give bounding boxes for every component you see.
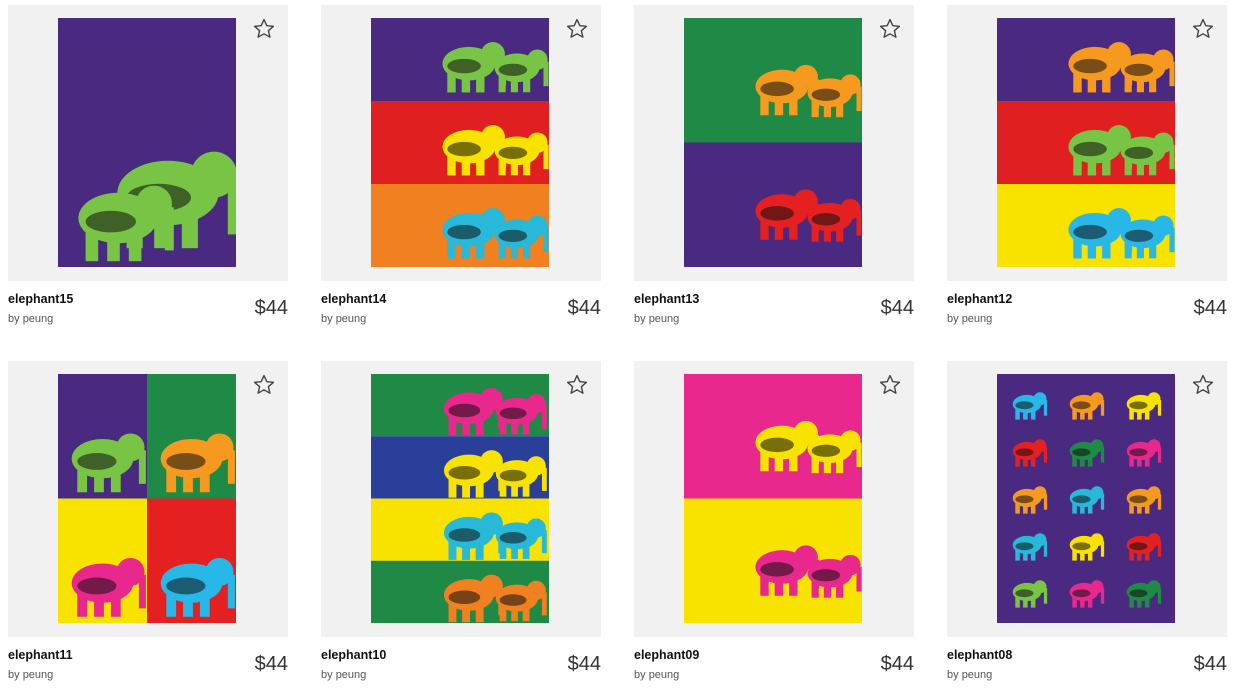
star-icon[interactable] [252,17,276,41]
product-card[interactable]: elephant12 by peung $44 [947,5,1227,331]
product-title[interactable]: elephant08 [947,648,1012,662]
product-title[interactable]: elephant13 [634,292,699,306]
product-title[interactable]: elephant09 [634,648,699,662]
product-card[interactable]: elephant11 by peung $44 [8,361,288,687]
artwork-image [58,18,236,267]
artist-link[interactable]: peung [23,313,54,325]
product-thumbnail[interactable] [321,361,601,637]
star-icon[interactable] [1191,373,1215,397]
product-title[interactable]: elephant14 [321,292,386,306]
artist-link[interactable]: peung [336,669,367,681]
product-thumbnail[interactable] [947,5,1227,281]
artwork-image [684,18,862,267]
product-card[interactable]: elephant13 by peung $44 [634,5,914,331]
by-label: by [321,669,333,681]
artwork-image [371,374,549,623]
star-icon[interactable] [1191,17,1215,41]
artist-link[interactable]: peung [649,313,680,325]
star-icon[interactable] [565,373,589,397]
product-card[interactable]: elephant10 by peung $44 [321,361,601,687]
product-artist: by peung [8,669,53,681]
product-price: $44 [880,297,914,319]
product-price: $44 [880,653,914,675]
product-title[interactable]: elephant10 [321,648,386,662]
product-thumbnail[interactable] [8,361,288,637]
product-grid: elephant15 by peung $44 elephant14 by pe… [0,0,1240,690]
product-thumbnail[interactable] [8,5,288,281]
product-card[interactable]: elephant08 by peung $44 [947,361,1227,687]
artwork-image [997,18,1175,267]
product-card[interactable]: elephant09 by peung $44 [634,361,914,687]
product-artist: by peung [947,313,992,325]
by-label: by [634,313,646,325]
artist-link[interactable]: peung [962,313,993,325]
product-thumbnail[interactable] [321,5,601,281]
product-price: $44 [567,653,601,675]
product-card[interactable]: elephant14 by peung $44 [321,5,601,331]
artwork-image [58,374,236,623]
product-title[interactable]: elephant12 [947,292,1012,306]
product-price: $44 [254,297,288,319]
product-title[interactable]: elephant11 [8,648,73,662]
product-price: $44 [1193,297,1227,319]
star-icon[interactable] [565,17,589,41]
star-icon[interactable] [252,373,276,397]
product-artist: by peung [947,669,992,681]
product-price: $44 [1193,653,1227,675]
product-price: $44 [567,297,601,319]
by-label: by [947,313,959,325]
product-thumbnail[interactable] [634,5,914,281]
product-artist: by peung [321,313,366,325]
product-artist: by peung [634,313,679,325]
artist-link[interactable]: peung [336,313,367,325]
by-label: by [947,669,959,681]
product-price: $44 [254,653,288,675]
product-title[interactable]: elephant15 [8,292,73,306]
star-icon[interactable] [878,373,902,397]
artist-link[interactable]: peung [962,669,993,681]
artist-link[interactable]: peung [649,669,680,681]
artwork-image [371,18,549,267]
product-card[interactable]: elephant15 by peung $44 [8,5,288,331]
artist-link[interactable]: peung [23,669,54,681]
product-artist: by peung [634,669,679,681]
product-thumbnail[interactable] [634,361,914,637]
by-label: by [8,313,20,325]
by-label: by [634,669,646,681]
product-artist: by peung [321,669,366,681]
star-icon[interactable] [878,17,902,41]
by-label: by [8,669,20,681]
artwork-image [684,374,862,623]
product-artist: by peung [8,313,53,325]
product-thumbnail[interactable] [947,361,1227,637]
artwork-image [997,374,1175,623]
by-label: by [321,313,333,325]
